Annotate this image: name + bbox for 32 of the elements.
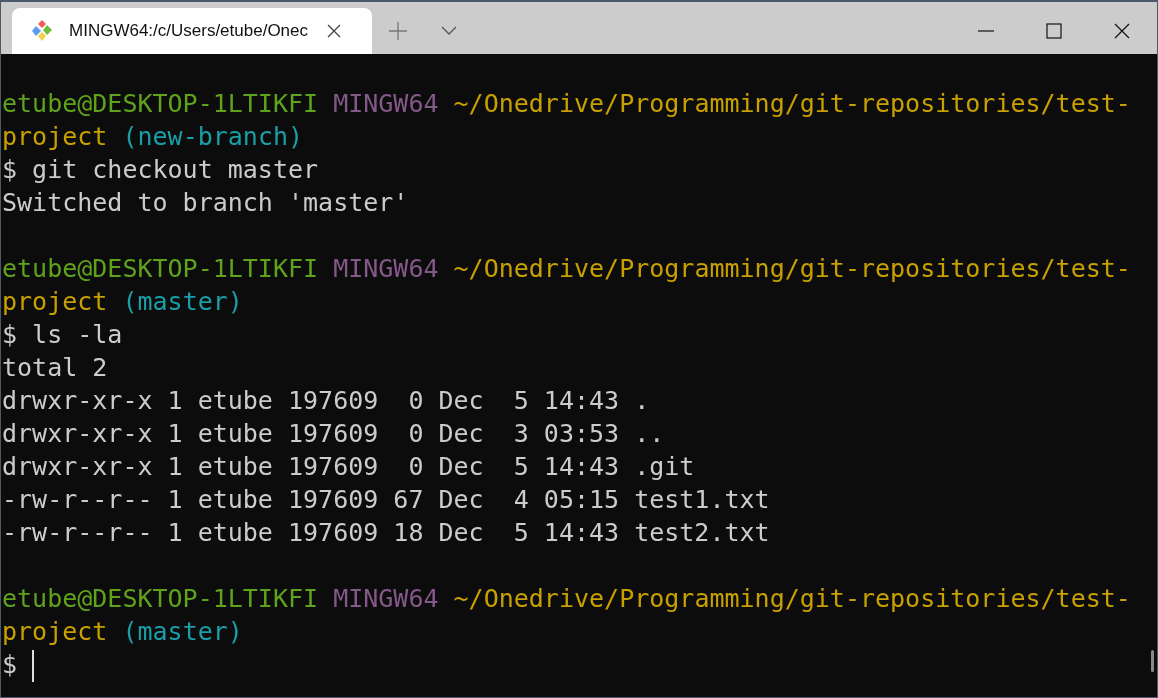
- prompt-system: MINGW64: [333, 254, 439, 283]
- prompt-user: etube@DESKTOP-1LTIKFI: [2, 254, 319, 283]
- terminal-text: drwxr-xr-x 1 etube 197609 0 Dec 3 03:53 ..: [2, 419, 665, 448]
- chevron-down-icon[interactable]: [441, 26, 457, 35]
- terminal-text: $ ls -la: [2, 320, 123, 349]
- prompt-path: ~/Onedrive/Programming/git-repositories/test-: [453, 584, 1131, 613]
- prompt-path: ~/Onedrive/Programming/git-repositories/test-: [453, 89, 1131, 118]
- terminal-text: -rw-r--r-- 1 etube 197609 67 Dec 4 05:15 test1.txt: [2, 485, 770, 514]
- prompt-branch: (new-branch): [122, 122, 304, 151]
- prompt-path: project: [2, 287, 108, 316]
- terminal-text: total 2: [2, 353, 108, 382]
- prompt-system: MINGW64: [333, 89, 439, 118]
- prompt-path: project: [2, 122, 108, 151]
- terminal-text: Switched to branch 'master': [2, 188, 409, 217]
- terminal-text: drwxr-xr-x 1 etube 197609 0 Dec 5 14:43 .git: [2, 452, 695, 481]
- terminal-text: drwxr-xr-x 1 etube 197609 0 Dec 5 14:43 .: [2, 386, 650, 415]
- diamond-logo-icon: [30, 19, 54, 43]
- prompt-path: ~/Onedrive/Programming/git-repositories/test-: [453, 254, 1131, 283]
- terminal-text: -rw-r--r-- 1 etube 197609 18 Dec 5 14:43 test2.txt: [2, 518, 770, 547]
- prompt-path: project: [2, 617, 108, 646]
- prompt-branch: (master): [122, 617, 243, 646]
- prompt-user: etube@DESKTOP-1LTIKFI: [2, 89, 319, 118]
- close-tab-icon[interactable]: [327, 24, 341, 38]
- prompt-system: MINGW64: [333, 584, 439, 613]
- terminal-text: $ git checkout master: [2, 155, 319, 184]
- maximize-icon[interactable]: [1046, 23, 1062, 39]
- terminal-tab[interactable]: MINGW64:/c/Users/etube/Onec: [12, 8, 372, 54]
- scrollbar-thumb[interactable]: [1151, 650, 1154, 672]
- prompt-user: etube@DESKTOP-1LTIKFI: [2, 584, 319, 613]
- terminal-text: $: [2, 650, 18, 679]
- prompt-branch: (master): [122, 287, 243, 316]
- close-icon[interactable]: [1114, 23, 1130, 39]
